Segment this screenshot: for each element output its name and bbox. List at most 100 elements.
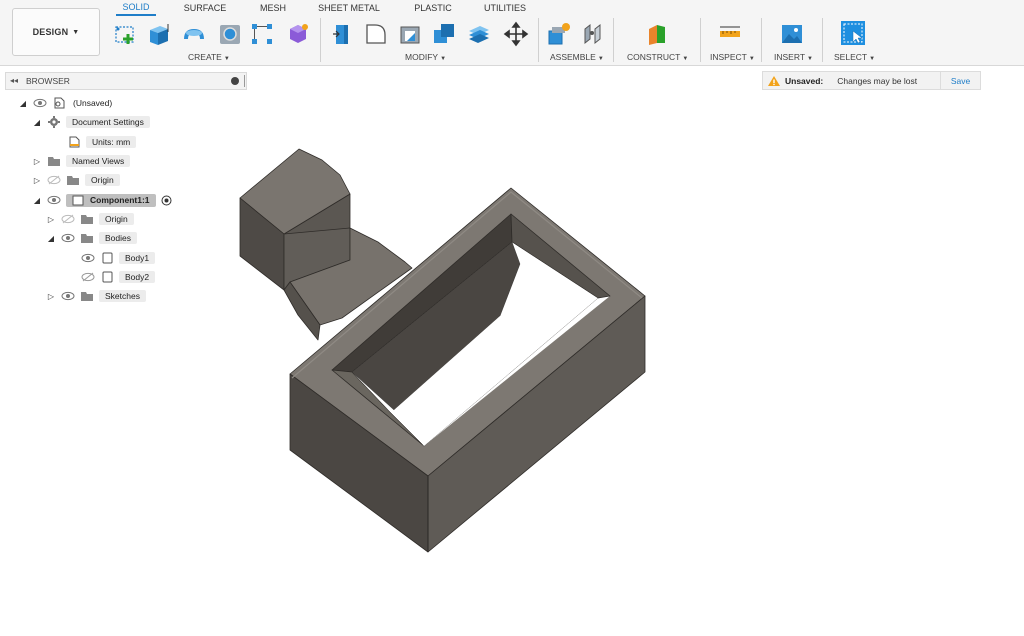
modify-group-label[interactable]: MODIFY ▼ xyxy=(405,52,446,62)
tree-node-sketches[interactable]: ▷ Sketches xyxy=(46,288,146,304)
form-icon[interactable] xyxy=(284,20,312,48)
tree-label-origin: Origin xyxy=(85,174,120,186)
component-icon xyxy=(72,195,84,205)
gear-icon xyxy=(48,116,60,128)
unsaved-message: Changes may be lost xyxy=(837,75,918,86)
tree-node-body2[interactable]: Body2 xyxy=(76,269,156,285)
offset-plane-icon[interactable] xyxy=(644,20,672,48)
inner-wall-left xyxy=(331,369,425,447)
inner-wall-back-lower xyxy=(351,241,521,411)
tab-plastic[interactable]: PLASTIC xyxy=(408,0,458,16)
press-pull-icon[interactable] xyxy=(328,20,356,48)
document-icon xyxy=(54,97,65,109)
neck-top-face xyxy=(289,227,413,326)
hole-icon[interactable] xyxy=(216,20,244,48)
toolbar-separator xyxy=(613,18,614,62)
component-name: Component1:1 xyxy=(90,195,150,205)
caret-down-icon: ▼ xyxy=(72,28,80,36)
offset-face-icon[interactable] xyxy=(465,20,493,48)
revolve-icon[interactable] xyxy=(180,20,208,48)
folder-icon xyxy=(67,176,79,185)
collapsed-triangle-icon[interactable]: ▷ xyxy=(32,157,42,166)
expanded-triangle-icon[interactable]: ◢ xyxy=(32,196,42,205)
move-icon[interactable] xyxy=(502,20,530,48)
tab-surface[interactable]: SURFACE xyxy=(180,0,230,16)
tree-node-bodies[interactable]: ◢ Bodies xyxy=(46,230,137,246)
frame-top-face xyxy=(289,187,646,477)
units-document-icon xyxy=(69,136,80,148)
tab-sheet-metal[interactable]: SHEET METAL xyxy=(314,0,384,16)
tree-label-units: Units: mm xyxy=(86,136,137,148)
expanded-triangle-icon[interactable]: ◢ xyxy=(32,118,42,127)
tree-node-component-origin[interactable]: ▷ Origin xyxy=(46,211,134,227)
insert-group-label[interactable]: INSERT ▼ xyxy=(774,52,813,62)
workspace-switcher[interactable]: DESIGN ▼ xyxy=(12,8,100,56)
hidden-eye-icon[interactable] xyxy=(81,272,95,282)
visibility-eye-icon[interactable] xyxy=(33,98,47,108)
frame-fillet-edge xyxy=(291,191,643,379)
activate-component-icon[interactable] xyxy=(161,195,172,206)
tree-node-document-settings[interactable]: ◢ Document Settings xyxy=(32,114,150,130)
save-button[interactable]: Save xyxy=(940,72,980,89)
tree-node-root[interactable]: ◢ (Unsaved) xyxy=(18,95,114,111)
expanded-triangle-icon[interactable]: ◢ xyxy=(18,99,28,108)
model-viewport[interactable] xyxy=(0,0,1024,636)
expanded-triangle-icon[interactable]: ◢ xyxy=(46,234,56,243)
extrude-icon[interactable] xyxy=(145,20,173,48)
visibility-eye-icon[interactable] xyxy=(81,253,95,263)
tree-label-body1: Body1 xyxy=(119,252,156,264)
tree-node-named-views[interactable]: ▷ Named Views xyxy=(32,153,131,169)
joint-icon[interactable] xyxy=(580,20,608,48)
collapsed-triangle-icon[interactable]: ▷ xyxy=(32,176,42,185)
collapsed-triangle-icon[interactable]: ▷ xyxy=(46,292,56,301)
assemble-group-label[interactable]: ASSEMBLE ▼ xyxy=(550,52,604,62)
fusion-app-window: DESIGN ▼ SOLID SURFACE MESH SHEET METAL … xyxy=(0,0,1024,636)
shell-icon[interactable] xyxy=(396,20,424,48)
combine-icon[interactable] xyxy=(430,20,458,48)
body-icon xyxy=(102,271,113,283)
tree-node-component[interactable]: ◢ Component1:1 xyxy=(32,192,172,208)
insert-image-icon[interactable] xyxy=(778,20,806,48)
3d-model[interactable] xyxy=(239,148,646,553)
tree-label-sketches: Sketches xyxy=(99,290,146,302)
new-component-icon[interactable] xyxy=(545,20,573,48)
select-group-label[interactable]: SELECT ▼ xyxy=(834,52,875,62)
tree-node-body1[interactable]: Body1 xyxy=(76,250,156,266)
frame-left-face xyxy=(289,373,429,553)
warning-icon xyxy=(768,75,780,86)
body2-top-face xyxy=(239,148,351,235)
tab-utilities[interactable]: UTILITIES xyxy=(480,0,530,16)
panel-resize-handle[interactable] xyxy=(244,75,246,87)
visibility-eye-icon[interactable] xyxy=(61,291,75,301)
tab-mesh[interactable]: MESH xyxy=(255,0,291,16)
fillet-icon[interactable] xyxy=(362,20,390,48)
neck-side-face xyxy=(283,281,321,341)
construct-group-label[interactable]: CONSTRUCT ▼ xyxy=(627,52,688,62)
tree-label-root: (Unsaved) xyxy=(73,98,113,108)
frame-hole xyxy=(332,214,610,446)
browser-panel-header: ◂◂ BROWSER xyxy=(5,72,247,90)
tree-label-named-views: Named Views xyxy=(66,155,131,167)
frame-right-face xyxy=(427,295,646,553)
tree-node-units[interactable]: Units: mm xyxy=(62,134,137,150)
tree-node-origin[interactable]: ▷ Origin xyxy=(32,172,120,188)
tree-label-body2: Body2 xyxy=(119,271,156,283)
folder-icon xyxy=(81,234,93,243)
hidden-eye-icon[interactable] xyxy=(61,214,75,224)
create-group-label[interactable]: CREATE ▼ xyxy=(188,52,230,62)
collapsed-triangle-icon[interactable]: ▷ xyxy=(46,215,56,224)
select-icon[interactable] xyxy=(838,18,868,48)
inspect-group-label[interactable]: INSPECT ▼ xyxy=(710,52,755,62)
measure-icon[interactable] xyxy=(716,20,744,48)
body2-front-face xyxy=(239,197,285,291)
visibility-eye-icon[interactable] xyxy=(47,195,61,205)
panel-options-icon[interactable] xyxy=(231,77,239,85)
tab-solid[interactable]: SOLID xyxy=(116,0,156,16)
visibility-eye-icon[interactable] xyxy=(61,233,75,243)
hidden-eye-icon[interactable] xyxy=(47,175,61,185)
create-sketch-icon[interactable] xyxy=(112,20,140,48)
inner-wall-back xyxy=(331,213,513,373)
collapse-panel-icon[interactable]: ◂◂ xyxy=(10,76,18,85)
toolbar-separator xyxy=(538,18,539,62)
rectangular-pattern-icon[interactable] xyxy=(248,20,276,48)
